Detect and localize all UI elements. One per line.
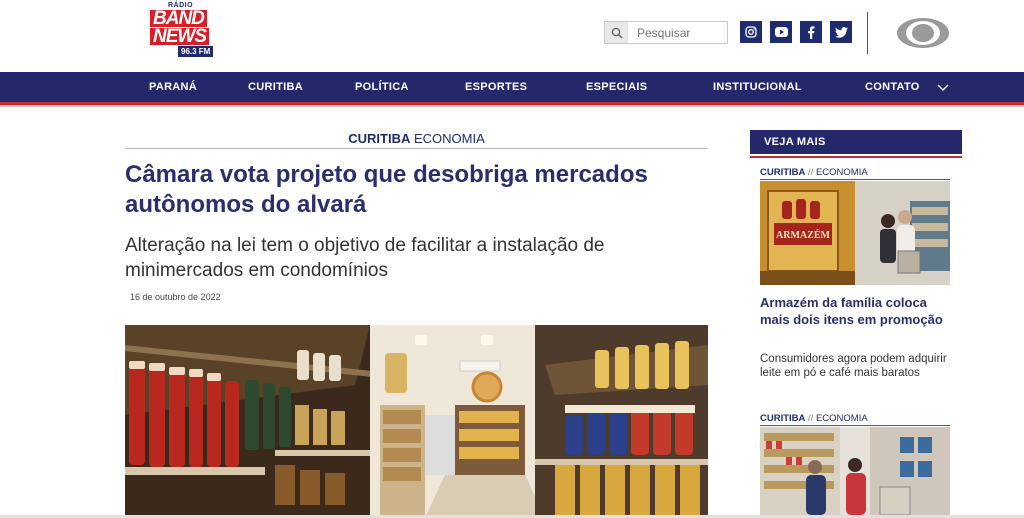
header-divider <box>867 12 868 54</box>
article-subtitle: Alteração na lei tem o objetivo de facil… <box>125 235 605 281</box>
search-icon[interactable] <box>605 22 628 43</box>
sidebar-category-sub[interactable]: ECONOMIA <box>816 413 868 424</box>
bandnews-logo[interactable]: RÁDIO BAND NEWS 96.3 FM <box>150 2 220 60</box>
nav-item-esportes[interactable]: ESPORTES <box>465 72 527 102</box>
sidebar-category-sub[interactable]: ECONOMIA <box>816 167 868 178</box>
instagram-icon[interactable] <box>740 21 762 43</box>
nav-item-curitiba[interactable]: CURITIBA <box>248 72 303 102</box>
facebook-icon[interactable] <box>800 21 822 43</box>
article-date: 16 de outubro de 2022 <box>130 292 221 302</box>
sidebar-category-main[interactable]: CURITIBA <box>760 413 805 424</box>
search-input[interactable] <box>629 22 727 43</box>
category-main[interactable]: CURITIBA <box>348 131 410 146</box>
nav-item-politica[interactable]: POLÍTICA <box>355 72 409 102</box>
search-box <box>604 21 728 44</box>
nav-accent-strip-light <box>0 105 1024 107</box>
logo-frequency: 96.3 FM <box>178 46 214 57</box>
article-hero-image <box>125 325 708 518</box>
sidebar-item-image[interactable]: ARMAZÉM <box>760 181 950 285</box>
article-title: Câmara vota projeto que desobriga mercad… <box>125 161 648 218</box>
sidebar-category-underline <box>760 179 950 180</box>
category-underline <box>125 148 708 149</box>
nav-item-contato[interactable]: CONTATO <box>865 72 920 102</box>
veja-mais-heading: VEJA MAIS <box>750 130 962 154</box>
nav-item-especiais[interactable]: ESPECIAIS <box>586 72 647 102</box>
sidebar-item-category[interactable]: CURITIBA // ECONOMIA <box>760 413 868 424</box>
site-header: RÁDIO BAND NEWS 96.3 FM <box>0 0 1024 72</box>
sidebar-item-title[interactable]: Armazém da família coloca mais dois iten… <box>760 294 950 328</box>
logo-line-2: NEWS <box>150 27 209 46</box>
sidebar-item-category[interactable]: CURITIBA // ECONOMIA <box>760 167 868 178</box>
nav-item-parana[interactable]: PARANÁ <box>149 72 197 102</box>
band-logo-icon[interactable] <box>896 17 950 49</box>
veja-mais-underline <box>750 156 962 158</box>
twitter-icon[interactable] <box>830 21 852 43</box>
sidebar-item-description: Consumidores agora podem adquirir leite … <box>760 353 947 379</box>
sidebar-category-main[interactable]: CURITIBA <box>760 167 805 178</box>
armazem-sign-text: ARMAZÉM <box>776 229 830 241</box>
sidebar-category-separator: // <box>808 413 814 424</box>
category-sub[interactable]: ECONOMIA <box>414 131 485 146</box>
logo-line-1: BAND <box>150 9 207 28</box>
main-nav: PARANÁ CURITIBA POLÍTICA ESPORTES ESPECI… <box>0 72 1024 102</box>
sidebar-category-separator: // <box>808 167 814 178</box>
chevron-down-icon[interactable] <box>936 80 950 94</box>
youtube-icon[interactable] <box>770 21 792 43</box>
article-category[interactable]: CURITIBA ECONOMIA <box>125 131 708 146</box>
nav-item-institucional[interactable]: INSTITUCIONAL <box>713 72 802 102</box>
sidebar-item-image[interactable] <box>760 427 950 518</box>
sidebar-category-underline <box>760 425 950 426</box>
